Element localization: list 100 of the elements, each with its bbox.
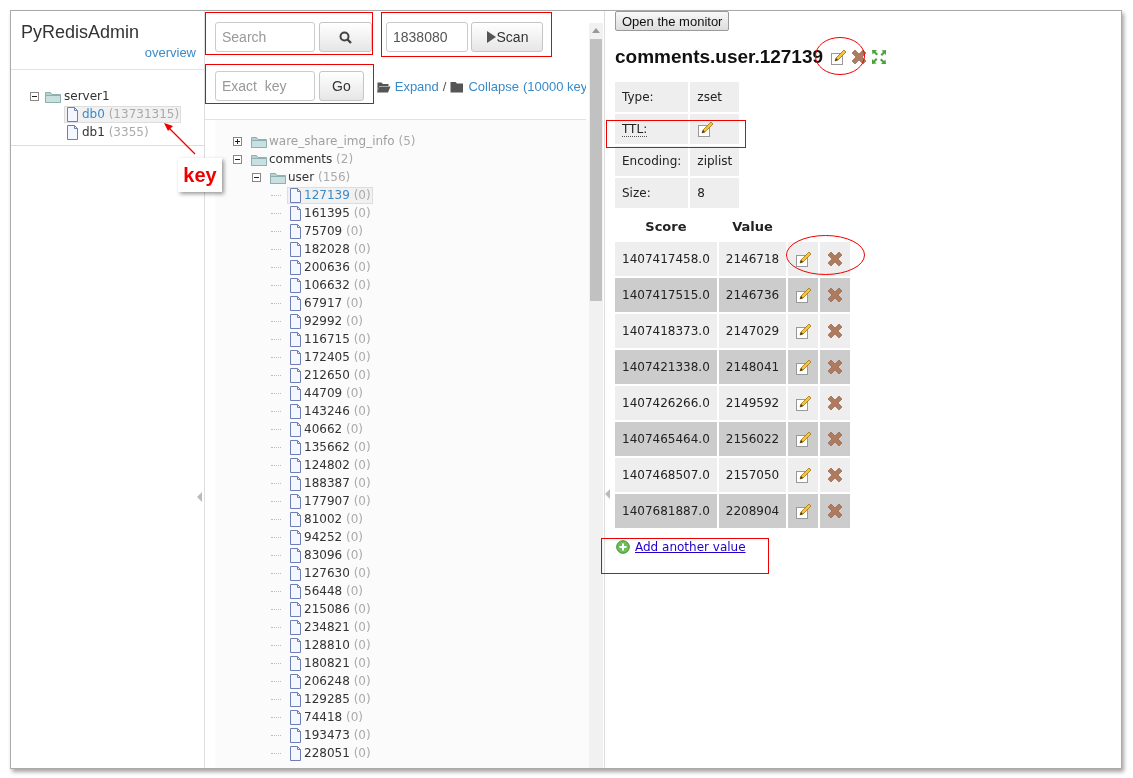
expand-arrows-icon[interactable] [871, 49, 888, 65]
key-item[interactable]: 56448 (0) [287, 582, 365, 600]
file-icon [289, 259, 302, 275]
collapse-icon[interactable] [30, 91, 39, 101]
folder-icon [251, 134, 267, 148]
key-item[interactable]: 172405 (0) [287, 348, 373, 366]
collapse-arrow-icon[interactable] [197, 492, 202, 502]
key-item[interactable]: 143246 (0) [287, 402, 373, 420]
delete-icon[interactable] [826, 502, 845, 520]
file-icon [289, 493, 302, 509]
expand-link[interactable]: Expand [394, 78, 439, 94]
pencil-icon[interactable] [794, 394, 812, 412]
key-item[interactable]: 81002 (0) [287, 510, 365, 528]
key-item[interactable]: 124802 (0) [287, 456, 373, 474]
key-item[interactable]: 92992 (0) [287, 312, 365, 330]
search-field[interactable]: Search [215, 22, 315, 52]
delete-icon[interactable] [826, 250, 845, 268]
delete-icon[interactable] [850, 48, 869, 66]
key-item[interactable]: 215086 (0) [287, 600, 373, 618]
info-value: zset [690, 82, 740, 112]
exact-key-field[interactable]: Exact key [215, 71, 315, 101]
delete-icon[interactable] [826, 358, 845, 376]
delete-icon[interactable] [826, 430, 845, 448]
key-item[interactable]: 128810 (0) [287, 636, 373, 654]
key-item[interactable]: 129285 (0) [287, 690, 373, 708]
pencil-icon[interactable] [794, 502, 812, 520]
separator: / [442, 78, 447, 94]
collapse-link[interactable]: Collapse [468, 78, 520, 94]
key-item[interactable]: 135662 (0) [287, 438, 373, 456]
value-cell: 2208904 [718, 494, 787, 528]
scroll-up-icon[interactable] [591, 27, 601, 34]
file-icon [289, 349, 302, 365]
file-icon [289, 313, 302, 329]
search-button[interactable] [319, 22, 372, 52]
delete-icon[interactable] [826, 466, 845, 484]
key-item[interactable]: 40662 (0) [287, 420, 365, 438]
value-cell: 2146736 [718, 278, 787, 312]
file-icon [289, 205, 302, 221]
pencil-icon[interactable] [794, 430, 812, 448]
annotation-arrow [162, 121, 198, 156]
key-item[interactable]: 161395 (0) [287, 204, 373, 222]
key-item[interactable]: 127630 (0) [287, 564, 373, 582]
value-cell: 2147029 [718, 314, 787, 348]
go-button[interactable]: Go [319, 71, 364, 101]
key-item[interactable]: 188387 (0) [287, 474, 373, 492]
cursor-field[interactable]: 1838080 [386, 22, 468, 52]
score-cell: 1407468507.0 [615, 458, 717, 492]
file-icon [289, 727, 302, 743]
key-item[interactable]: 106632 (0) [287, 276, 373, 294]
folder-icon [45, 89, 61, 103]
key-title: comments.user.127139 [615, 46, 824, 68]
key-item[interactable]: 74418 (0) [287, 708, 365, 726]
collapse-arrow-icon[interactable] [605, 489, 610, 499]
pencil-icon[interactable] [794, 358, 812, 376]
key-item[interactable]: 234821 (0) [287, 618, 373, 636]
collapse-icon[interactable] [252, 172, 261, 182]
key-item[interactable]: 177907 (0) [287, 492, 373, 510]
folder-item[interactable]: user (156) [268, 169, 353, 185]
delete-icon[interactable] [826, 322, 845, 340]
expand-icon[interactable] [233, 136, 242, 146]
pencil-icon[interactable] [794, 466, 812, 484]
key-item[interactable]: 75709 (0) [287, 222, 365, 240]
file-icon [289, 673, 302, 689]
add-value-link[interactable]: Add another value [635, 540, 746, 554]
database-item[interactable]: db1 (3355) [64, 123, 151, 141]
pencil-icon[interactable] [697, 120, 715, 138]
info-label: Type: [615, 82, 689, 112]
key-item[interactable]: 182028 (0) [287, 240, 373, 258]
key-item[interactable]: 83096 (0) [287, 546, 365, 564]
column-header: Score [644, 217, 688, 236]
score-cell: 1407417515.0 [615, 278, 717, 312]
key-item[interactable]: 67917 (0) [287, 294, 365, 312]
delete-icon[interactable] [826, 394, 845, 412]
delete-icon[interactable] [826, 286, 845, 304]
key-item[interactable]: 116715 (0) [287, 330, 373, 348]
pencil-icon[interactable] [794, 322, 812, 340]
file-icon [289, 745, 302, 761]
scrollbar[interactable] [589, 23, 603, 768]
folder-icon [450, 79, 465, 93]
open-monitor-button[interactable]: Open the monitor [615, 11, 730, 31]
pencil-icon[interactable] [794, 286, 812, 304]
file-icon [289, 529, 302, 545]
collapse-icon[interactable] [233, 154, 242, 164]
overview-link[interactable]: overview [21, 45, 196, 60]
pencil-icon[interactable] [794, 250, 812, 268]
key-item[interactable]: 94252 (0) [287, 528, 365, 546]
key-item[interactable]: 44709 (0) [287, 384, 365, 402]
key-item[interactable]: 180821 (0) [287, 654, 373, 672]
key-item[interactable]: 193473 (0) [287, 726, 373, 744]
server-item[interactable]: server1 [43, 88, 112, 104]
key-item[interactable]: 206248 (0) [287, 672, 373, 690]
scrollbar-thumb[interactable] [590, 39, 602, 301]
scan-button[interactable]: Scan [471, 22, 543, 52]
key-item[interactable]: 212650 (0) [287, 366, 373, 384]
pencil-icon[interactable] [830, 48, 848, 66]
add-icon[interactable] [616, 540, 630, 554]
folder-item[interactable]: comments (2) [249, 151, 356, 167]
info-label: Size: [615, 178, 689, 208]
key-item[interactable]: 200636 (0) [287, 258, 373, 276]
key-item[interactable]: 228051 (0) [287, 744, 373, 762]
